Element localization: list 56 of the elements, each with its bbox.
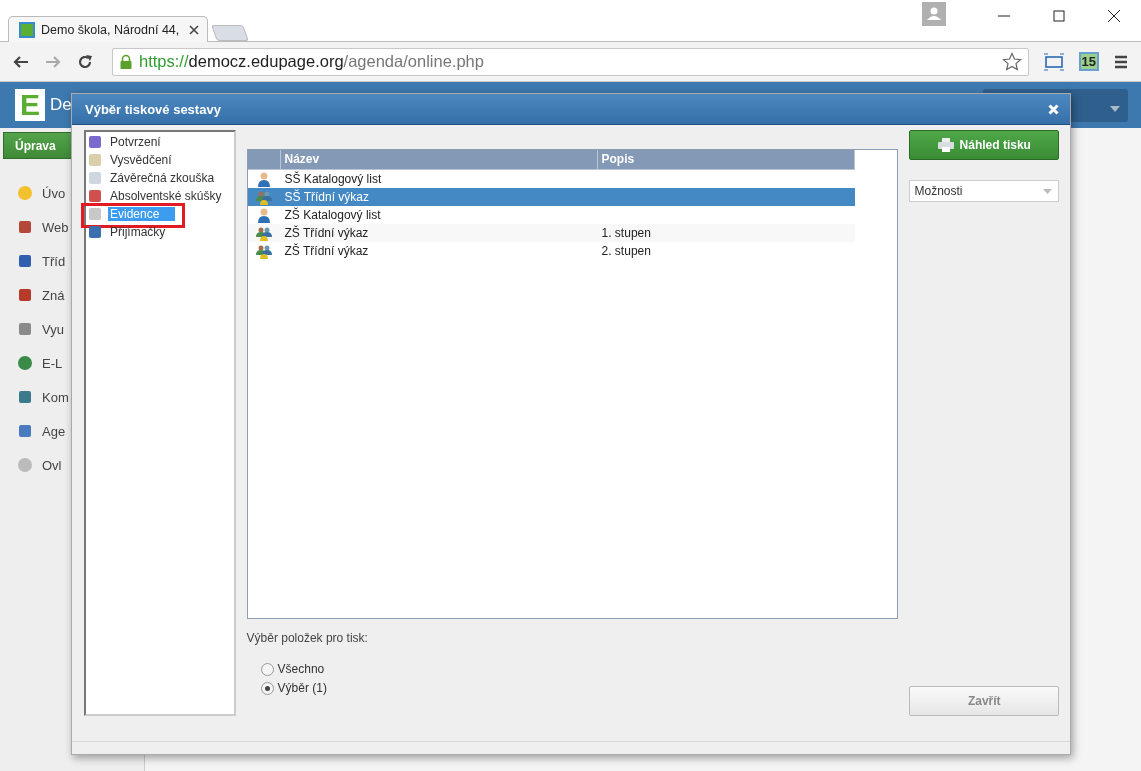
table-row[interactable]: ZŠ Třídní výkaz 1. stupen — [247, 224, 855, 242]
lock-icon — [119, 53, 133, 70]
cast-icon[interactable] — [1042, 52, 1065, 71]
sidebar-item[interactable]: Ovl — [42, 457, 62, 473]
close-icon[interactable] — [189, 24, 199, 35]
table-row[interactable]: ZŠ Třídní výkaz 2. stupen — [247, 242, 855, 260]
sidebar-item[interactable]: Zná — [42, 287, 65, 303]
table-row[interactable]: ZŠ Katalogový list — [247, 206, 855, 224]
table-cell-text: SŠ Třídní výkaz — [283, 190, 370, 204]
list-item[interactable]: Vysvědčení — [108, 153, 174, 167]
list-item[interactable]: Závěrečná zkouška — [108, 171, 217, 185]
page-title: De — [50, 95, 72, 115]
table-cell-text: ZŠ Katalogový list — [283, 208, 382, 222]
group-icon — [256, 189, 273, 205]
table-row[interactable]: SŠ Třídní výkaz — [247, 188, 855, 206]
table-row[interactable]: SŠ Katalogový list — [247, 170, 855, 188]
reload-icon[interactable] — [76, 52, 94, 71]
print-preview-button[interactable]: Náhled tisku — [909, 130, 1059, 160]
favicon-icon — [19, 21, 35, 38]
address-bar[interactable]: https://democz.edupage.org/agenda/online.php — [112, 47, 1029, 76]
table-cell-text: 2. stupen — [600, 244, 651, 258]
radio-button[interactable] — [260, 662, 274, 676]
url-text: https://democz.edupage.org/agenda/online.php — [139, 52, 485, 71]
radio-label[interactable]: Výběr (1) — [277, 681, 327, 695]
caret-icon — [1043, 188, 1052, 194]
table-cell-text: ZŠ Třídní výkaz — [283, 226, 370, 240]
sidebar-item[interactable]: Vyu — [42, 321, 64, 337]
table-cell-text: ZŠ Třídní výkaz — [283, 244, 370, 258]
maximize-icon[interactable] — [1051, 8, 1067, 24]
list-item[interactable]: Absolventské skúšky — [108, 189, 224, 203]
menu-icon[interactable] — [1113, 53, 1129, 70]
group-icon — [256, 225, 273, 241]
browser-tab[interactable]: Demo škola, Národní 44, — [8, 16, 208, 42]
sidebar-item[interactable]: Úvo — [42, 185, 66, 201]
edit-button[interactable]: Úprava — [3, 132, 73, 159]
options-dropdown[interactable]: Možnosti — [909, 180, 1059, 202]
radio-button[interactable] — [260, 681, 274, 695]
table-cell-text: 1. stupen — [600, 226, 651, 240]
table-cell-text: SŠ Katalogový list — [283, 172, 383, 186]
printer-icon — [937, 138, 954, 152]
radio-label[interactable]: Všechno — [277, 662, 325, 676]
sidebar-item[interactable]: Age — [42, 423, 66, 439]
sidebar-item[interactable]: Web — [42, 219, 69, 235]
sidebar-item[interactable]: Kom — [42, 389, 69, 405]
close-icon[interactable] — [1106, 8, 1122, 24]
back-icon[interactable] — [12, 53, 30, 70]
dialog-title: Výběr tiskové sestavy — [85, 101, 221, 117]
list-item[interactable]: Přijímačky — [108, 225, 168, 239]
extension-badge[interactable]: 15 — [1078, 52, 1099, 71]
tab-title: Demo škola, Národní 44, — [41, 22, 181, 37]
sidebar-item[interactable]: E-L — [42, 355, 63, 371]
list-item[interactable]: Potvrzení — [108, 135, 163, 149]
group-icon — [256, 243, 273, 259]
sidebar-item[interactable]: Tříd — [42, 253, 66, 269]
caret-icon — [1110, 105, 1120, 112]
selection-label: Výběr položek pro tisk: — [246, 631, 369, 645]
